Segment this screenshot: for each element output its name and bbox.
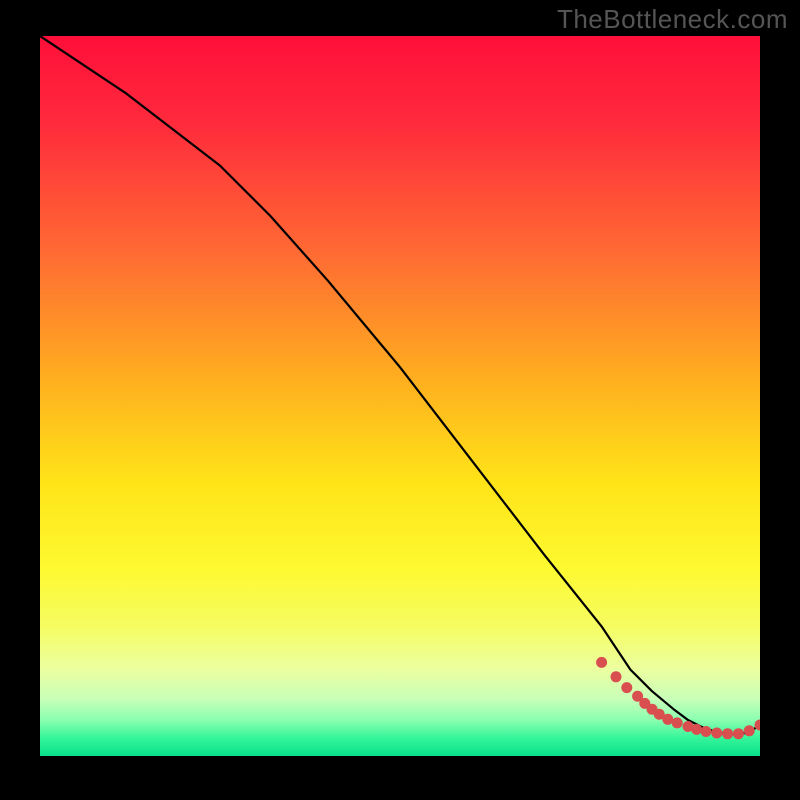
data-dots [596,657,760,739]
plot-area [40,36,760,756]
watermark-text: TheBottleneck.com [557,4,788,35]
data-point [672,717,683,728]
data-point [611,671,622,682]
data-point [596,657,607,668]
data-point [722,728,733,739]
data-point [701,726,712,737]
chart-overlay [40,36,760,756]
data-point [733,728,744,739]
main-curve [40,36,760,734]
data-point [621,682,632,693]
data-point [691,724,702,735]
data-point [744,725,755,736]
data-point [711,728,722,739]
data-point [662,714,673,725]
chart-frame: TheBottleneck.com [0,0,800,800]
